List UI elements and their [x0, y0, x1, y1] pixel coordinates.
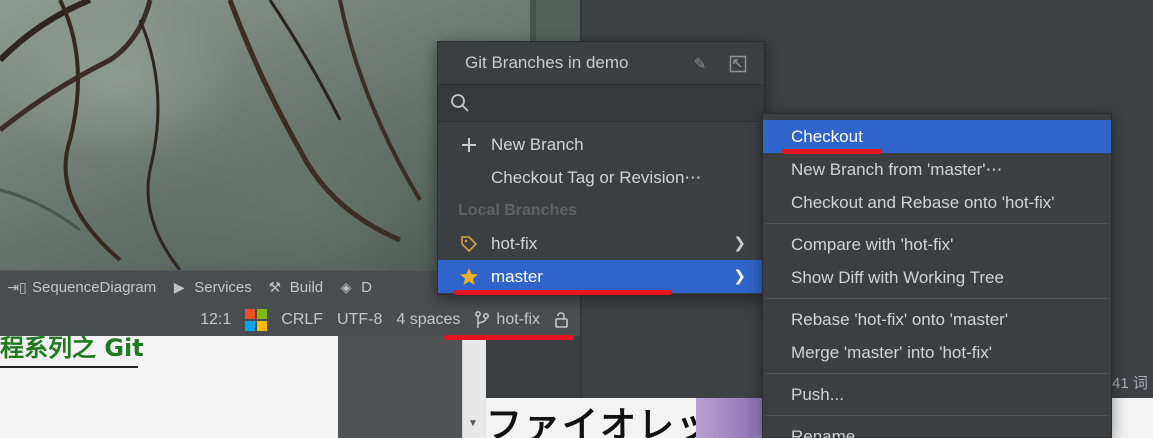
branch-label-hot-fix: hot-fix [491, 233, 538, 253]
new-branch-label: New Branch [491, 134, 584, 154]
document-gutter [338, 336, 462, 438]
menu-item-checkout-rebase[interactable]: Checkout and Rebase onto 'hot-fix' [763, 186, 1111, 219]
menu-separator [765, 415, 1109, 416]
git-branch-icon [475, 311, 490, 328]
branch-search-input[interactable] [470, 88, 764, 118]
build-tab[interactable]: ⚒ Build [266, 279, 324, 297]
menu-separator [765, 223, 1109, 224]
menu-item-compare[interactable]: Compare with 'hot-fix' [763, 228, 1111, 261]
scroll-down-icon[interactable]: ▼ [468, 418, 478, 429]
annotation-underline-master [454, 290, 672, 295]
search-row [438, 84, 764, 122]
menu-item-new-branch-from[interactable]: New Branch from 'master'⋯ [763, 153, 1111, 186]
indent-setting[interactable]: 4 spaces [396, 311, 460, 329]
menu-item-push[interactable]: Push... [763, 378, 1111, 411]
menu-item-rebase[interactable]: Rebase 'hot-fix' onto 'master' [763, 303, 1111, 336]
git-branch-widget[interactable]: hot-fix [474, 311, 540, 329]
layers-icon: ◈ [340, 279, 352, 295]
services-tab[interactable]: ▶ Services [170, 279, 252, 297]
word-count: 41 词 [1112, 375, 1148, 392]
menu-separator [765, 298, 1109, 299]
menu-item-rename[interactable]: Rename... [763, 420, 1111, 438]
sequence-diagram-label: SequenceDiagram [32, 279, 157, 296]
git-branches-popup: Git Branches in demo ✎ New Branch Checko… [437, 41, 765, 295]
sequence-diagram-tab[interactable]: ⇥▯ SequenceDiagram [7, 279, 157, 297]
branch-actions-menu: Checkout New Branch from 'master'⋯ Check… [762, 113, 1112, 438]
tag-icon [458, 233, 480, 255]
edit-pin-icon[interactable]: ✎ [690, 54, 710, 74]
checkout-tag-label: Checkout Tag or Revision⋯ [491, 167, 702, 187]
branch-label-master: master [491, 266, 543, 286]
git-branch-name: hot-fix [496, 311, 540, 328]
menu-item-merge[interactable]: Merge 'master' into 'hot-fix' [763, 336, 1111, 369]
document-title: 程系列之 Git [0, 334, 144, 362]
services-icon: ▶ [173, 279, 185, 295]
branch-item-hot-fix[interactable]: hot-fix ❯ [438, 227, 764, 260]
file-encoding[interactable]: UTF-8 [337, 311, 382, 329]
restore-window-icon[interactable] [728, 54, 748, 74]
sequence-diagram-icon: ⇥▯ [7, 279, 27, 295]
layers-tab[interactable]: ◈ D [337, 279, 372, 297]
checkout-tag-action[interactable]: Checkout Tag or Revision⋯ [438, 161, 764, 194]
build-label: Build [289, 279, 324, 296]
star-icon [458, 266, 480, 288]
local-branches-section: Local Branches [458, 201, 578, 219]
popup-header: Git Branches in demo ✎ [438, 42, 764, 84]
layers-label: D [361, 279, 372, 296]
windows-logo-icon [245, 309, 268, 331]
caret-position[interactable]: 12:1 [200, 311, 231, 329]
line-ending[interactable]: CRLF [281, 311, 323, 329]
new-branch-action[interactable]: New Branch [438, 128, 764, 161]
plus-icon [458, 134, 480, 156]
title-underline [0, 366, 138, 368]
popup-title: Git Branches in demo [465, 53, 629, 72]
menu-item-show-diff[interactable]: Show Diff with Working Tree [763, 261, 1111, 294]
search-icon [451, 94, 469, 112]
chevron-right-icon: ❯ [733, 235, 746, 252]
services-label: Services [194, 279, 252, 296]
lock-open-icon[interactable] [554, 311, 570, 329]
annotation-underline-checkout [782, 149, 882, 154]
build-icon: ⚒ [268, 279, 282, 295]
annotation-underline-hot-fix [444, 335, 574, 340]
branch-item-master[interactable]: master ❯ [438, 260, 764, 293]
chevron-right-icon: ❯ [733, 268, 746, 285]
menu-separator [765, 373, 1109, 374]
